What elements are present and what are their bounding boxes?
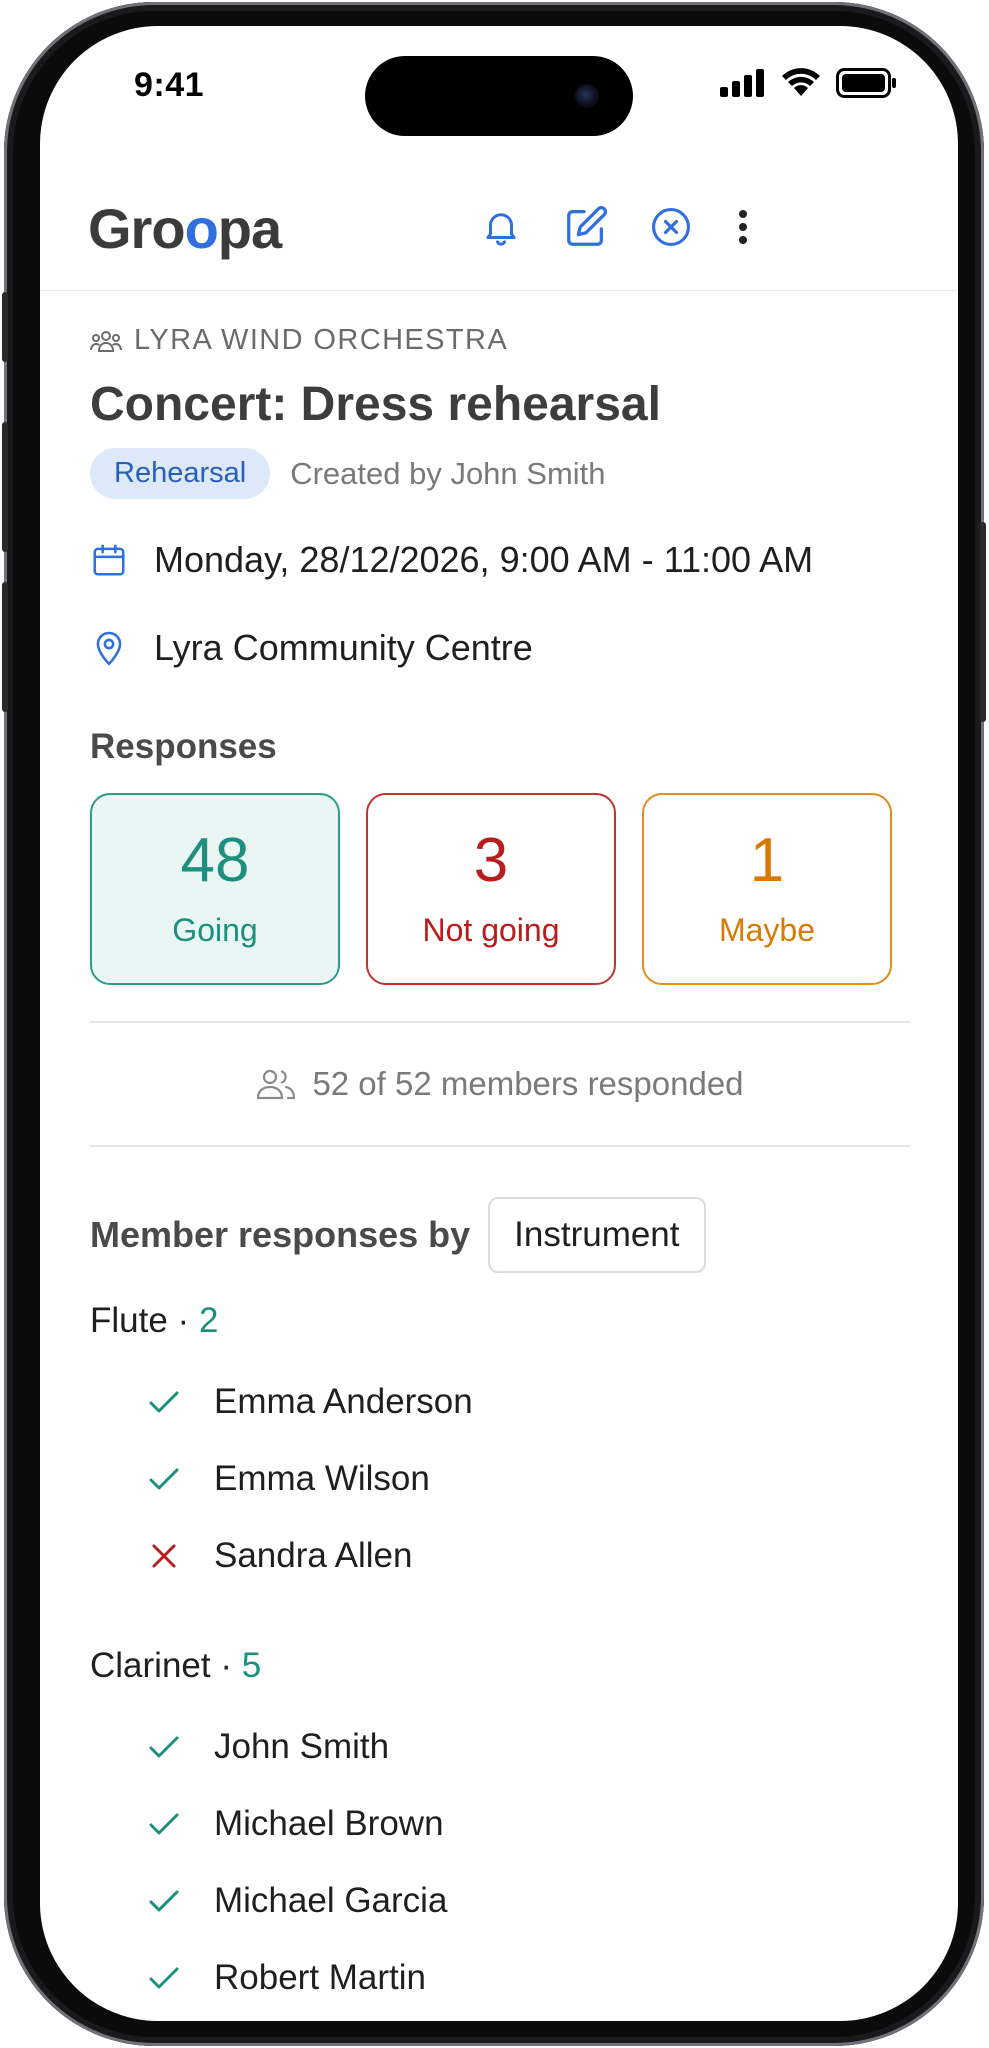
users-icon: [257, 1069, 296, 1100]
group-header-clarinet[interactable]: Clarinet · 5: [90, 1646, 910, 1686]
member-list-clarinet: John Smith Michael Brown Michael Garcia …: [90, 1708, 910, 2016]
group-count: 2: [198, 1301, 219, 1340]
organization-name: LYRA WIND ORCHESTRA: [134, 324, 509, 356]
check-icon: [144, 1382, 184, 1422]
created-by-text: Created by John Smith: [290, 455, 606, 491]
phone-frame: 9:41 Groopa LYRA WIND ORCHESTRA Concert:…: [2, 2, 986, 2046]
more-options-button[interactable]: [720, 204, 766, 250]
group-separator: ·: [220, 1646, 232, 1685]
check-icon: [144, 1459, 184, 1499]
app-header: Groopa: [40, 166, 958, 291]
member-name: Sandra Allen: [214, 1535, 413, 1575]
member-row[interactable]: Michael Garcia: [90, 1862, 910, 1939]
response-cards: 48 Going 3 Not going 1 Maybe: [90, 793, 910, 985]
logo-letter-o2: o: [184, 197, 219, 260]
screen: 9:41 Groopa LYRA WIND ORCHESTRA Concert:…: [40, 26, 958, 2021]
event-datetime: Monday, 28/12/2026, 9:00 AM - 11:00 AM: [154, 539, 814, 580]
not-going-card[interactable]: 3 Not going: [366, 793, 616, 985]
event-meta: Rehearsal Created by John Smith: [90, 448, 910, 499]
maybe-card[interactable]: 1 Maybe: [642, 793, 892, 985]
status-icons: [720, 68, 898, 98]
event-datetime-row: Monday, 28/12/2026, 9:00 AM - 11:00 AM: [90, 539, 910, 581]
member-name: Robert Martin: [214, 1957, 427, 1997]
event-location: Lyra Community Centre: [154, 627, 533, 668]
bell-icon: [486, 213, 516, 246]
dynamic-island: [365, 56, 633, 136]
check-icon: [144, 1727, 184, 1767]
groopa-logo[interactable]: Groopa: [88, 196, 282, 261]
member-name: Michael Brown: [214, 1803, 444, 1843]
responded-summary: 52 of 52 members responded: [90, 1023, 910, 1145]
member-row[interactable]: Emma Anderson: [90, 1363, 910, 1440]
group-by-selector[interactable]: Instrument: [488, 1197, 706, 1273]
member-name: Michael Garcia: [214, 1880, 448, 1920]
check-icon: [144, 1958, 184, 1998]
group-name: Flute: [90, 1301, 168, 1340]
mute-switch: [2, 292, 8, 362]
check-icon: [144, 1881, 184, 1921]
volume-down-button: [2, 582, 8, 712]
maybe-count: 1: [749, 825, 785, 895]
camera-lens: [575, 84, 599, 108]
going-label: Going: [172, 911, 258, 948]
maybe-label: Maybe: [718, 911, 816, 948]
cross-icon: [144, 1536, 184, 1576]
event-location-row[interactable]: Lyra Community Centre: [90, 627, 910, 669]
organization-label[interactable]: LYRA WIND ORCHESTRA: [90, 324, 910, 357]
volume-up-button: [2, 422, 8, 552]
power-button: [980, 522, 986, 722]
going-card[interactable]: 48 Going: [90, 793, 340, 985]
member-row[interactable]: Michael Brown: [90, 1785, 910, 1862]
group-name: Clarinet: [90, 1646, 211, 1685]
edit-event-button[interactable]: [563, 204, 609, 250]
group-separator: ·: [177, 1301, 190, 1340]
member-name: Emma Anderson: [214, 1381, 473, 1421]
group-icon: [90, 330, 122, 352]
member-row[interactable]: Sandra Allen: [90, 1517, 910, 1594]
calendar-icon: [93, 544, 125, 576]
battery-icon: [836, 68, 896, 98]
group-header-flute[interactable]: Flute · 2: [90, 1301, 910, 1341]
member-row[interactable]: Emma Wilson: [90, 1440, 910, 1517]
wifi-icon: [782, 68, 820, 96]
logo-text-prefix: Gr: [88, 197, 152, 260]
member-responses-heading: Member responses by: [90, 1214, 471, 1255]
responded-text: 52 of 52 members responded: [312, 1065, 744, 1102]
signal-icon: [720, 69, 764, 97]
member-row[interactable]: Robert Martin: [90, 1939, 910, 2016]
member-name: John Smith: [214, 1726, 390, 1766]
member-responses-header: Member responses by Instrument: [90, 1197, 910, 1273]
close-circle-icon: [652, 208, 690, 246]
cancel-event-button[interactable]: [648, 204, 694, 250]
member-name: Emma Wilson: [214, 1458, 430, 1498]
logo-text-suffix: pa: [217, 197, 282, 260]
group-count: 5: [241, 1646, 262, 1685]
going-count: 48: [180, 825, 250, 895]
not-going-label: Not going: [422, 911, 560, 948]
member-row[interactable]: John Smith: [90, 1708, 910, 1785]
status-time: 9:41: [134, 66, 205, 104]
check-icon: [144, 1804, 184, 1844]
location-pin-icon: [96, 631, 122, 666]
responses-heading: Responses: [90, 727, 277, 766]
more-vertical-icon: [739, 210, 747, 244]
logo-letter-o1: o: [151, 197, 185, 260]
notifications-button[interactable]: [478, 204, 524, 250]
edit-icon: [567, 206, 607, 246]
not-going-count: 3: [473, 825, 509, 895]
member-list-flute: Emma Anderson Emma Wilson Sandra Allen: [90, 1363, 910, 1594]
event-detail: LYRA WIND ORCHESTRA Concert: Dress rehea…: [90, 324, 910, 2016]
divider: [90, 1145, 910, 1147]
event-title: Concert: Dress rehearsal: [90, 378, 661, 431]
event-type-badge: Rehearsal: [90, 448, 271, 499]
